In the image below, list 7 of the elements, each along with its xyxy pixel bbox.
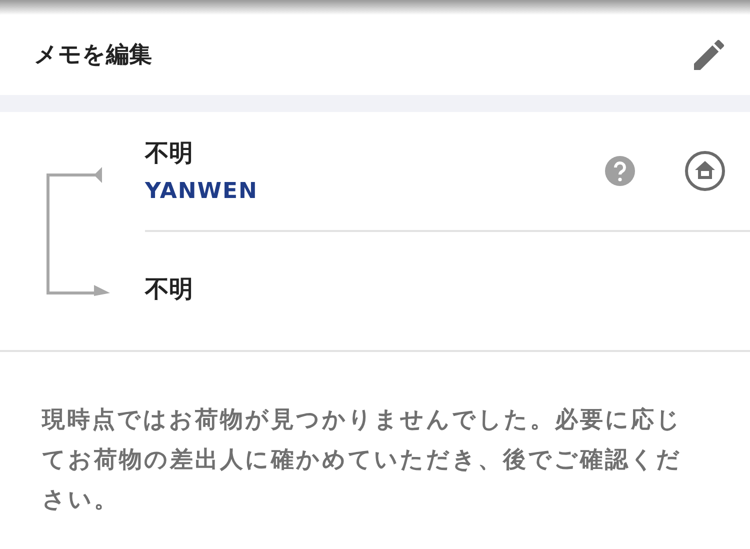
- home-icon[interactable]: [684, 150, 726, 192]
- help-icon[interactable]: [604, 155, 636, 187]
- carrier-name: YANWEN: [145, 178, 258, 206]
- origin-location: 不明: [145, 138, 194, 168]
- destination-location: 不明: [145, 274, 193, 305]
- header-title: メモを編集: [34, 40, 152, 70]
- status-message: 現時点ではお荷物が見つかりませんでした。必要に応じてお荷物の差出人に確かめていただき、後でご確認ください。: [42, 406, 683, 515]
